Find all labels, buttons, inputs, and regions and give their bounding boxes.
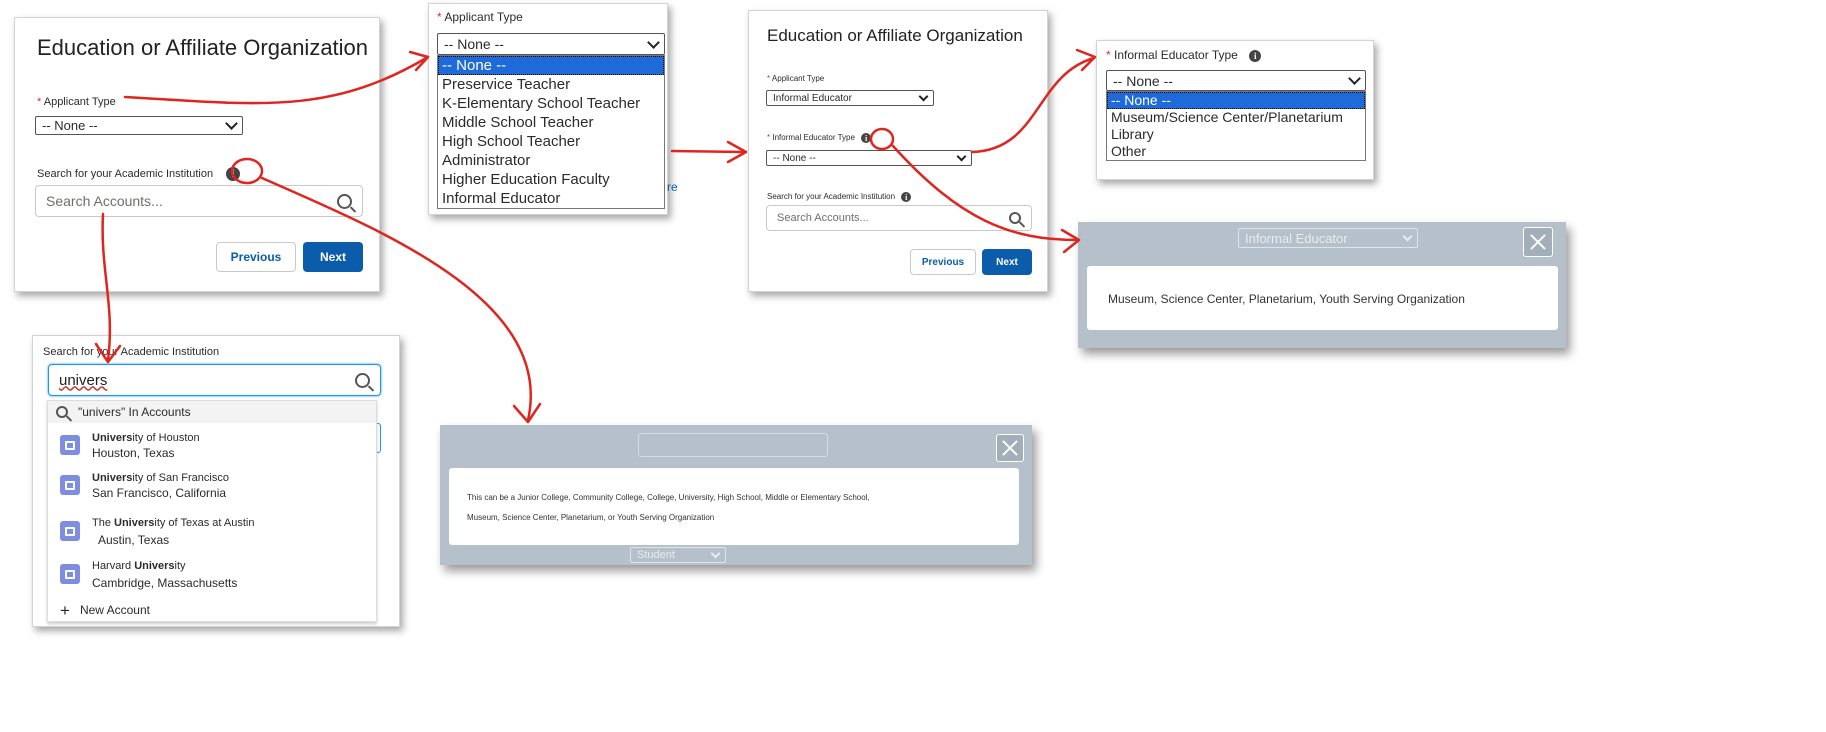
annotation-arrows	[94, 48, 1097, 424]
arrow-dropdown-to-panel2	[670, 149, 746, 154]
arrow-applicant-type-to-dropdown	[123, 55, 430, 105]
educator-info-highlight	[869, 127, 895, 151]
arrow-search-to-results	[101, 212, 112, 362]
arrow-info-to-institution-modal	[260, 176, 532, 422]
arrow-educator-select-to-dropdown	[970, 56, 1096, 154]
info-icon-highlight	[230, 157, 264, 185]
arrow-info-to-educator-modal	[891, 144, 1080, 242]
arrowhead	[512, 402, 542, 424]
